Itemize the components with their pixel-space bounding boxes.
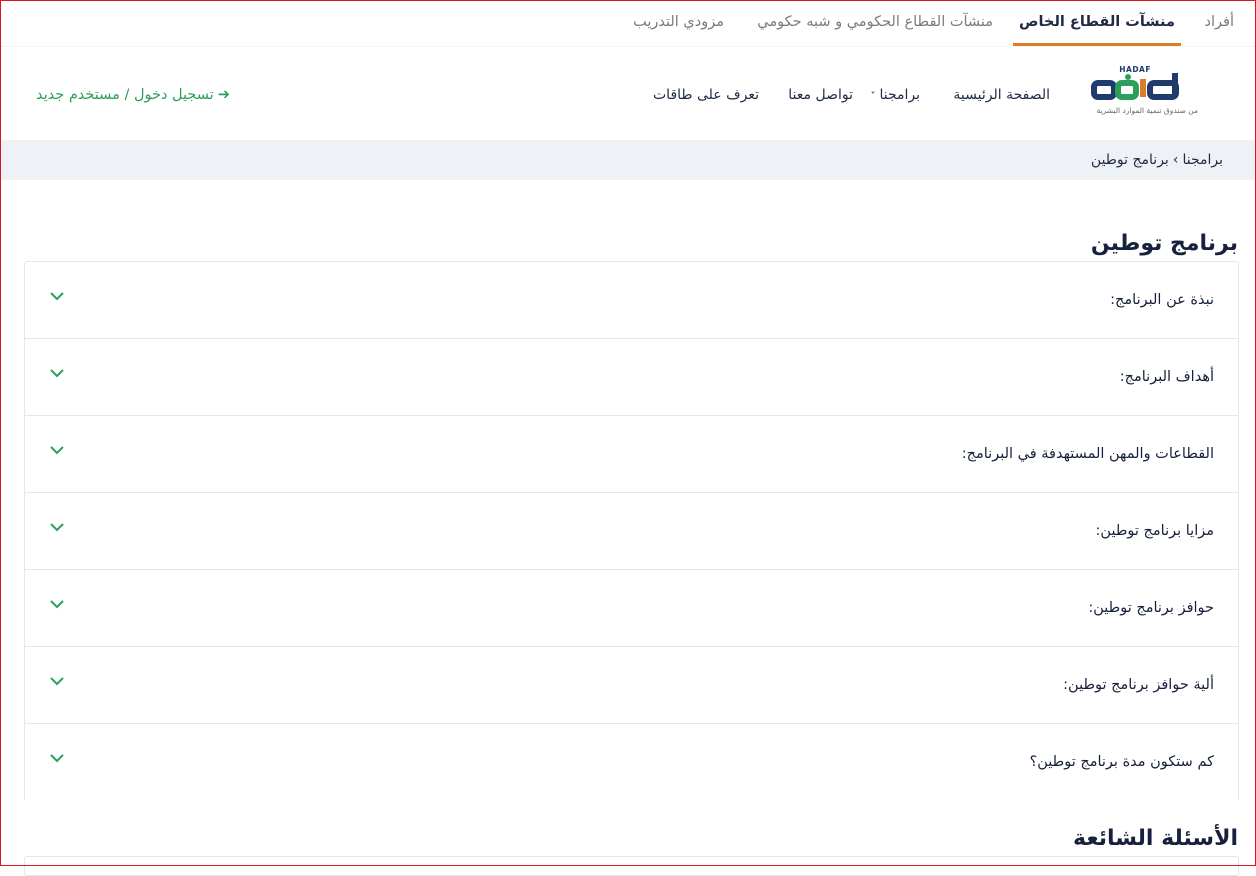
chevron-down-icon [50, 677, 64, 686]
accordion-label: كم ستكون مدة برنامج توطين؟ [1029, 754, 1214, 770]
breadcrumb-separator: › [1172, 152, 1179, 168]
accordion-label: حوافز برنامج توطين: [1088, 600, 1214, 616]
accordion-label: أهداف البرنامج: [1119, 369, 1214, 385]
chevron-down-icon [50, 600, 64, 609]
sign-in-icon: ➔ [217, 87, 230, 103]
program-accordion: نبذة عن البرنامج: أهداف البرنامج: القطاع… [24, 261, 1239, 800]
chevron-down-icon [50, 292, 64, 301]
faq-accordion [24, 856, 1239, 876]
audience-tabs: أفراد منشآت القطاع الخاص منشآت القطاع ال… [0, 0, 1256, 46]
accordion-item-incentive-mechanism[interactable]: ألية حوافز برنامج توطين: [25, 647, 1238, 724]
breadcrumb-current: برنامج توطين [1090, 152, 1169, 168]
chevron-down-icon [50, 754, 64, 763]
nav-contact[interactable]: تواصل معنا [788, 87, 853, 103]
accordion-label: ألية حوافز برنامج توطين: [1063, 677, 1214, 693]
hadaf-logo[interactable]: HADAF من صندوق تنمية الموارد البشرية [1088, 63, 1198, 121]
accordion-item-incentives[interactable]: حوافز برنامج توطين: [25, 570, 1238, 647]
tab-individuals[interactable]: أفراد [1205, 10, 1234, 46]
accordion-label: القطاعات والمهن المستهدفة في البرنامج: [961, 446, 1214, 462]
tab-training-providers[interactable]: مزودي التدريب [633, 10, 724, 46]
accordion-label: نبذة عن البرنامج: [1110, 292, 1214, 308]
nav-programs-label: برامجنا [879, 87, 920, 103]
accordion-item-goals[interactable]: أهداف البرنامج: [25, 339, 1238, 416]
chevron-down-icon [50, 369, 64, 378]
chevron-down-icon: ˅ [870, 91, 876, 102]
logo-subtitle: من صندوق تنمية الموارد البشرية [1096, 106, 1198, 115]
accordion-item-benefits[interactable]: مزايا برنامج توطين: [25, 493, 1238, 570]
main-header: HADAF من صندوق تنمية الموارد البشرية الص… [0, 46, 1256, 140]
tab-private-sector[interactable]: منشآت القطاع الخاص [1013, 10, 1181, 46]
accordion-item-sectors[interactable]: القطاعات والمهن المستهدفة في البرنامج: [25, 416, 1238, 493]
nav-taqat[interactable]: تعرف على طاقات [653, 87, 759, 103]
login-label: تسجيل دخول / مستخدم جديد [36, 87, 214, 103]
faq-title: الأسئلة الشائعة [1073, 826, 1238, 851]
chevron-down-icon [50, 523, 64, 532]
accordion-label: مزايا برنامج توطين: [1095, 523, 1214, 539]
nav-programs[interactable]: برامجنا˅ [870, 87, 920, 103]
breadcrumb-programs[interactable]: برامجنا [1182, 152, 1223, 168]
hadaf-logo-mark [1091, 73, 1179, 100]
breadcrumb: برامجنا›برنامج توطين [0, 141, 1256, 180]
login-link[interactable]: ➔تسجيل دخول / مستخدم جديد [36, 87, 230, 103]
accordion-item-about[interactable]: نبذة عن البرنامج: [25, 262, 1238, 339]
nav-home[interactable]: الصفحة الرئيسية [953, 87, 1050, 103]
chevron-down-icon [50, 446, 64, 455]
page-title: برنامج توطين [1090, 231, 1238, 256]
accordion-item-duration[interactable]: كم ستكون مدة برنامج توطين؟ [25, 724, 1238, 800]
tab-government-sector[interactable]: منشآت القطاع الحكومي و شبه حكومي [757, 10, 993, 46]
